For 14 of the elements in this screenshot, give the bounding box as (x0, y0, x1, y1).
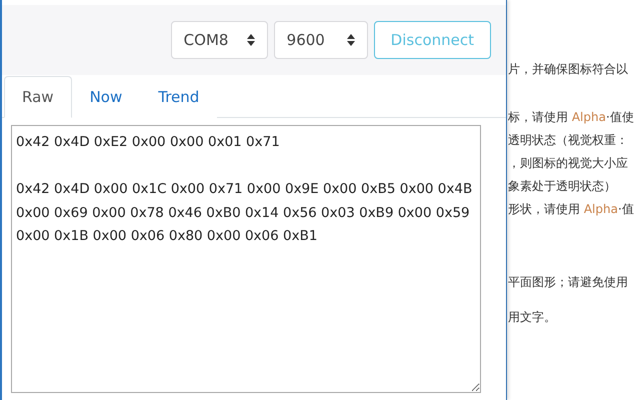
document-text: 平面图形；请避免使用 (508, 274, 628, 291)
document-text: 透明状态（视觉权重： (508, 132, 628, 149)
document-text: ，则图标的视觉大小应 (508, 155, 628, 172)
updown-arrow-icon (246, 34, 255, 46)
document-text: 象素处于透明状态） (508, 178, 616, 195)
tab[interactable]: Raw (4, 76, 72, 118)
document-text: 标，请使用 Alpha·值使 (508, 109, 634, 126)
updown-arrow-icon (346, 34, 355, 46)
port-select[interactable]: COM8 (170, 21, 268, 59)
raw-output-field[interactable]: 0x42 0x4D 0xE2 0x00 0x00 0x01 0x71 0x42 0x4D 0x00 0x1C 0x00 0x71 0x00 0x9E 0x00 0xB5 0x00 0x4B 0x00 0x69 0x00 0x78 0x46 0xB0 0x14 0x56 0x03 0xB9 0x00 0x59 0x00 0x1B 0x00 0x06 0x80 0x00 0x06 0xB1 (11, 125, 481, 393)
baud-select[interactable]: 9600 (274, 21, 368, 59)
document-text: 形状，请使用 Alpha·值 (508, 201, 634, 218)
document-text: 片，并确保图标符合以 (508, 61, 628, 78)
document-text: 用文字。 (508, 309, 556, 326)
